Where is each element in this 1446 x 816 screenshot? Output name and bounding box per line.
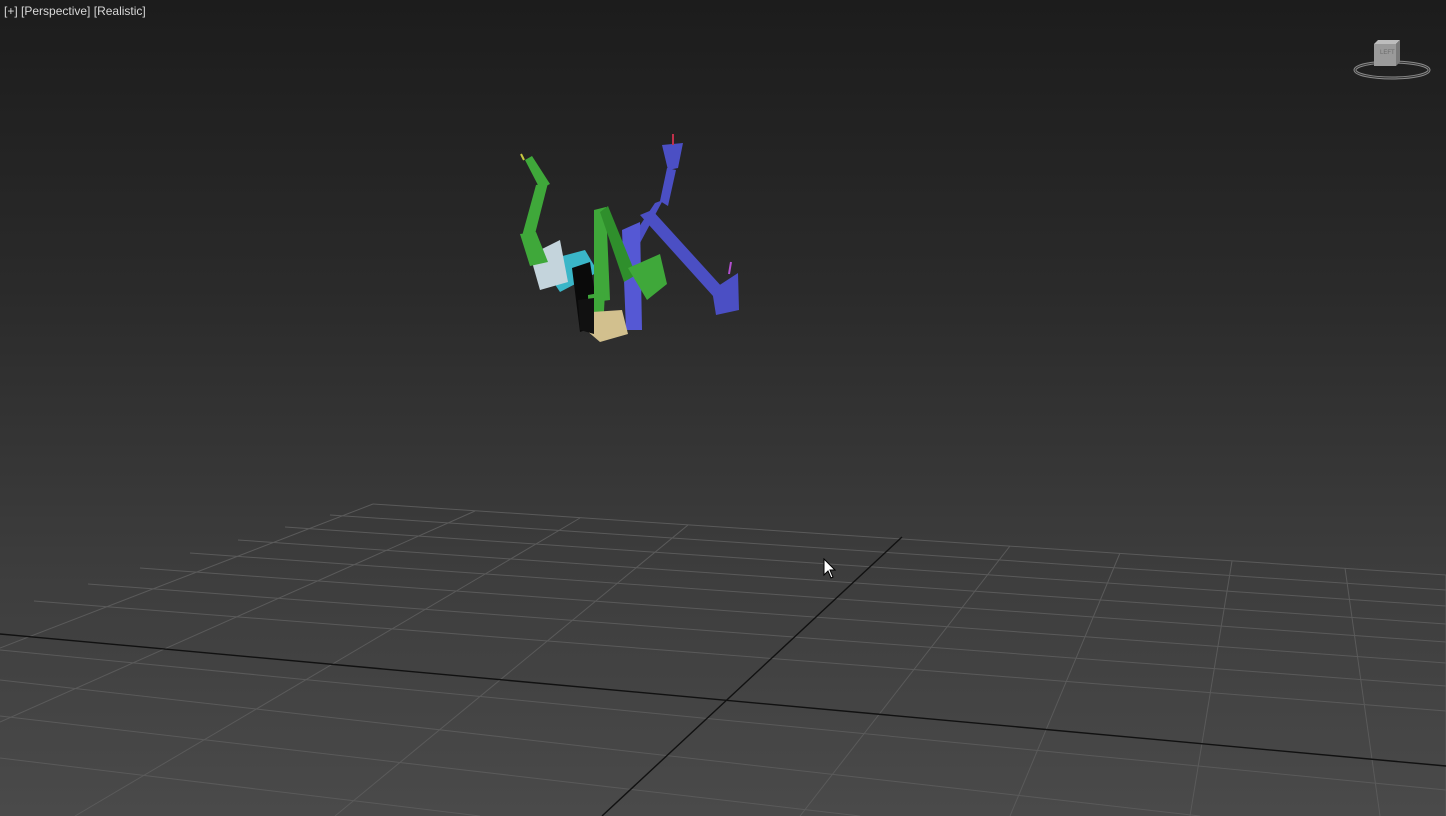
viewport-menu-button[interactable]: [+] <box>4 4 18 18</box>
biped-right-foot[interactable] <box>712 273 739 315</box>
biped-left-finger <box>520 153 525 161</box>
biped-left-upper-arm[interactable] <box>522 183 548 238</box>
biped-right-forearm[interactable] <box>660 168 676 206</box>
perspective-viewport[interactable]: [+] [Perspective] [Realistic] LEFT <box>0 0 1446 816</box>
biped-neck <box>578 298 594 334</box>
viewcube-face-label: LEFT <box>1380 50 1395 56</box>
ground-grid <box>0 503 1446 816</box>
biped-character[interactable] <box>520 134 739 342</box>
biped-left-forearm[interactable] <box>525 156 550 189</box>
scene-canvas[interactable] <box>0 0 1446 816</box>
viewcube-top-face[interactable] <box>1374 40 1400 44</box>
biped-right-toe <box>728 261 732 275</box>
viewport-label: [+] [Perspective] [Realistic] <box>4 4 146 18</box>
shading-mode-button[interactable]: [Realistic] <box>94 4 146 18</box>
viewcube-icon[interactable]: LEFT <box>1352 36 1436 86</box>
view-type-button[interactable]: [Perspective] <box>21 4 90 18</box>
biped-right-hand[interactable] <box>662 143 683 170</box>
viewcube-right-face[interactable] <box>1396 40 1400 66</box>
mouse-pointer-icon <box>823 558 837 579</box>
